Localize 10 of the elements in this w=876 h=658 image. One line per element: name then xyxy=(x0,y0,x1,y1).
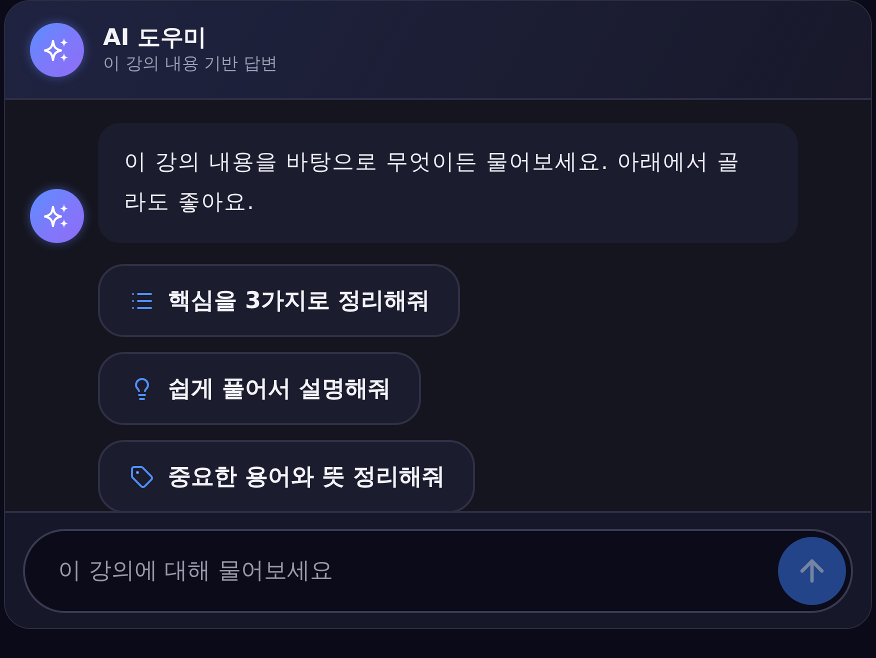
sparkles-icon xyxy=(30,22,84,76)
assistant-title: AI 도우미 xyxy=(103,24,208,52)
assistant-subtitle: 이 강의 내용 기반 답변 xyxy=(103,52,278,76)
message-input[interactable]: 이 강의에 대해 물어보세요 xyxy=(23,529,853,613)
suggestion-chip[interactable]: 핵심을 3가지로 정리해줘 xyxy=(98,264,460,337)
sparkles-icon xyxy=(30,189,84,243)
tag-icon xyxy=(130,464,154,488)
suggestion-chip[interactable]: 쉽게 풀어서 설명해줘 xyxy=(98,352,422,425)
message-bubble: 이 강의 내용을 바탕으로 무엇이든 물어보세요. 아래에서 골라도 좋아요. xyxy=(98,123,798,243)
suggestion-chip[interactable]: 중요한 용어와 뜻 정리해줘 xyxy=(98,440,476,511)
